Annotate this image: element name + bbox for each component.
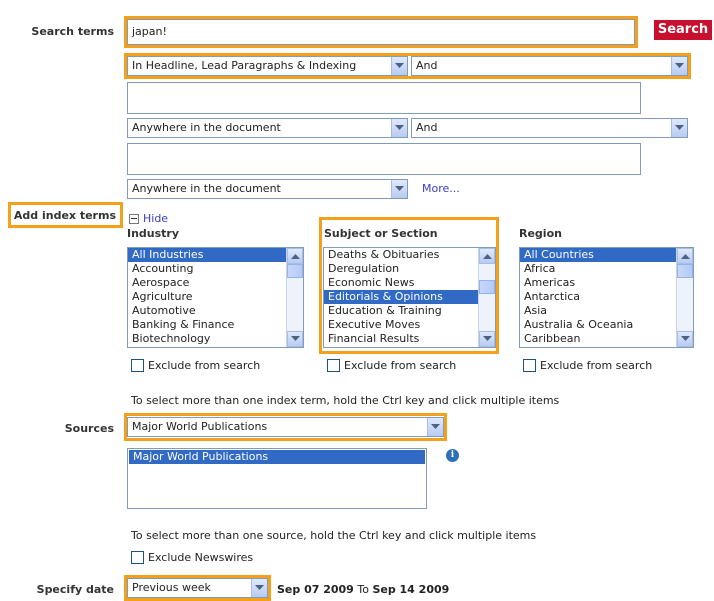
info-icon[interactable]: i [446, 449, 459, 462]
list-item[interactable]: Aerospace [128, 276, 303, 290]
operator2-select[interactable]: And [411, 118, 688, 138]
chevron-up-icon[interactable] [287, 248, 303, 264]
minus-box-icon [129, 214, 139, 224]
subject-exclude-checkbox[interactable] [327, 359, 340, 372]
list-item[interactable]: Executive Moves [324, 318, 495, 332]
scroll-thumb[interactable] [677, 264, 693, 278]
more-link[interactable]: More... [422, 182, 460, 195]
term2-scope-value: Anywhere in the document [132, 121, 281, 134]
date-range-text: Sep 07 2009 To Sep 14 2009 [277, 583, 449, 596]
list-item[interactable]: Antarctica [520, 290, 693, 304]
chevron-down-icon[interactable] [479, 331, 495, 347]
operator2-value: And [416, 121, 438, 134]
sources-hint-text: To select more than one source, hold the… [131, 529, 537, 542]
subject-exclude-label: Exclude from search [344, 359, 457, 372]
operator1-select[interactable]: And [411, 56, 688, 76]
chevron-down-icon[interactable] [677, 331, 693, 347]
date-to-word: To [357, 583, 369, 596]
region-exclude-label: Exclude from search [540, 359, 653, 372]
list-item[interactable]: Africa [520, 262, 693, 276]
list-item[interactable]: Economic News [324, 276, 495, 290]
exclude-newswires-label: Exclude Newswires [148, 551, 254, 564]
chevron-down-icon [671, 119, 687, 137]
search-terms-label: Search terms [31, 25, 114, 38]
list-item[interactable]: Agriculture [128, 290, 303, 304]
subject-header: Subject or Section [324, 227, 438, 240]
date-to: Sep 14 2009 [372, 583, 450, 596]
list-item[interactable]: All Countries [520, 248, 693, 262]
chevron-up-icon[interactable] [677, 248, 693, 264]
region-scrollbar[interactable] [676, 248, 693, 347]
industry-exclude-checkbox[interactable] [131, 359, 144, 372]
list-item[interactable]: All Industries [128, 248, 303, 262]
industry-scrollbar[interactable] [286, 248, 303, 347]
hide-toggle[interactable]: Hide [129, 212, 168, 225]
list-item[interactable]: Biotechnology [128, 332, 303, 346]
list-item[interactable]: Asia [520, 304, 693, 318]
list-item[interactable]: Deaths & Obituaries [324, 248, 495, 262]
scroll-thumb[interactable] [479, 280, 495, 294]
list-item[interactable]: Banking & Finance [128, 318, 303, 332]
subject-scrollbar[interactable] [478, 248, 495, 347]
chevron-up-icon[interactable] [479, 248, 495, 264]
term1-scope-select[interactable]: In Headline, Lead Paragraphs & Indexing [127, 56, 408, 76]
list-item[interactable]: Editorials & Opinions [324, 290, 495, 304]
sources-label: Sources [64, 422, 114, 435]
industry-header: Industry [127, 227, 180, 240]
sources-select-value: Major World Publications [132, 420, 268, 433]
exclude-newswires-checkbox[interactable] [131, 551, 144, 564]
index-hint-text: To select more than one index term, hold… [131, 394, 560, 407]
term2-scope-select[interactable]: Anywhere in the document [127, 118, 408, 138]
list-item[interactable]: Financial Results [324, 332, 495, 346]
chevron-down-icon [251, 579, 267, 597]
term1-scope-value: In Headline, Lead Paragraphs & Indexing [132, 59, 357, 72]
industry-listbox[interactable]: All Industries Accounting Aerospace Agri… [127, 247, 304, 348]
search-term-input-3[interactable] [127, 143, 641, 175]
region-exclude-checkbox[interactable] [523, 359, 536, 372]
date-from: Sep 07 2009 [277, 583, 354, 596]
term3-scope-select[interactable]: Anywhere in the document [127, 179, 408, 199]
list-item[interactable]: Accounting [128, 262, 303, 276]
subject-listbox[interactable]: Deaths & Obituaries Deregulation Economi… [323, 247, 496, 348]
scroll-thumb[interactable] [287, 264, 303, 278]
chevron-down-icon [391, 180, 407, 198]
chevron-down-icon [391, 57, 407, 75]
list-item[interactable]: Education & Training [324, 304, 495, 318]
region-header: Region [519, 227, 562, 240]
chevron-down-icon[interactable] [287, 331, 303, 347]
chevron-down-icon [427, 418, 443, 436]
list-item[interactable]: Automotive [128, 304, 303, 318]
search-button[interactable]: Search [654, 20, 712, 40]
add-index-terms-label: Add index terms [13, 209, 116, 222]
specify-date-label: Specify date [36, 583, 114, 596]
list-item[interactable]: Caribbean [520, 332, 693, 346]
list-item[interactable]: Deregulation [324, 262, 495, 276]
list-item[interactable]: Major World Publications [129, 450, 425, 464]
list-item[interactable]: Americas [520, 276, 693, 290]
chevron-down-icon [391, 119, 407, 137]
sources-listbox[interactable]: Major World Publications [127, 448, 427, 509]
date-range-select[interactable]: Previous week [127, 578, 268, 598]
list-item[interactable]: Australia & Oceania [520, 318, 693, 332]
date-range-value: Previous week [132, 581, 211, 594]
industry-exclude-label: Exclude from search [148, 359, 261, 372]
search-term-input-2[interactable] [127, 82, 641, 114]
term3-scope-value: Anywhere in the document [132, 182, 281, 195]
operator1-value: And [416, 59, 438, 72]
search-term-input-1[interactable]: japan! [127, 19, 635, 45]
region-listbox[interactable]: All Countries Africa Americas Antarctica… [519, 247, 694, 348]
sources-select[interactable]: Major World Publications [127, 417, 444, 437]
hide-label: Hide [143, 212, 169, 225]
chevron-down-icon [671, 57, 687, 75]
